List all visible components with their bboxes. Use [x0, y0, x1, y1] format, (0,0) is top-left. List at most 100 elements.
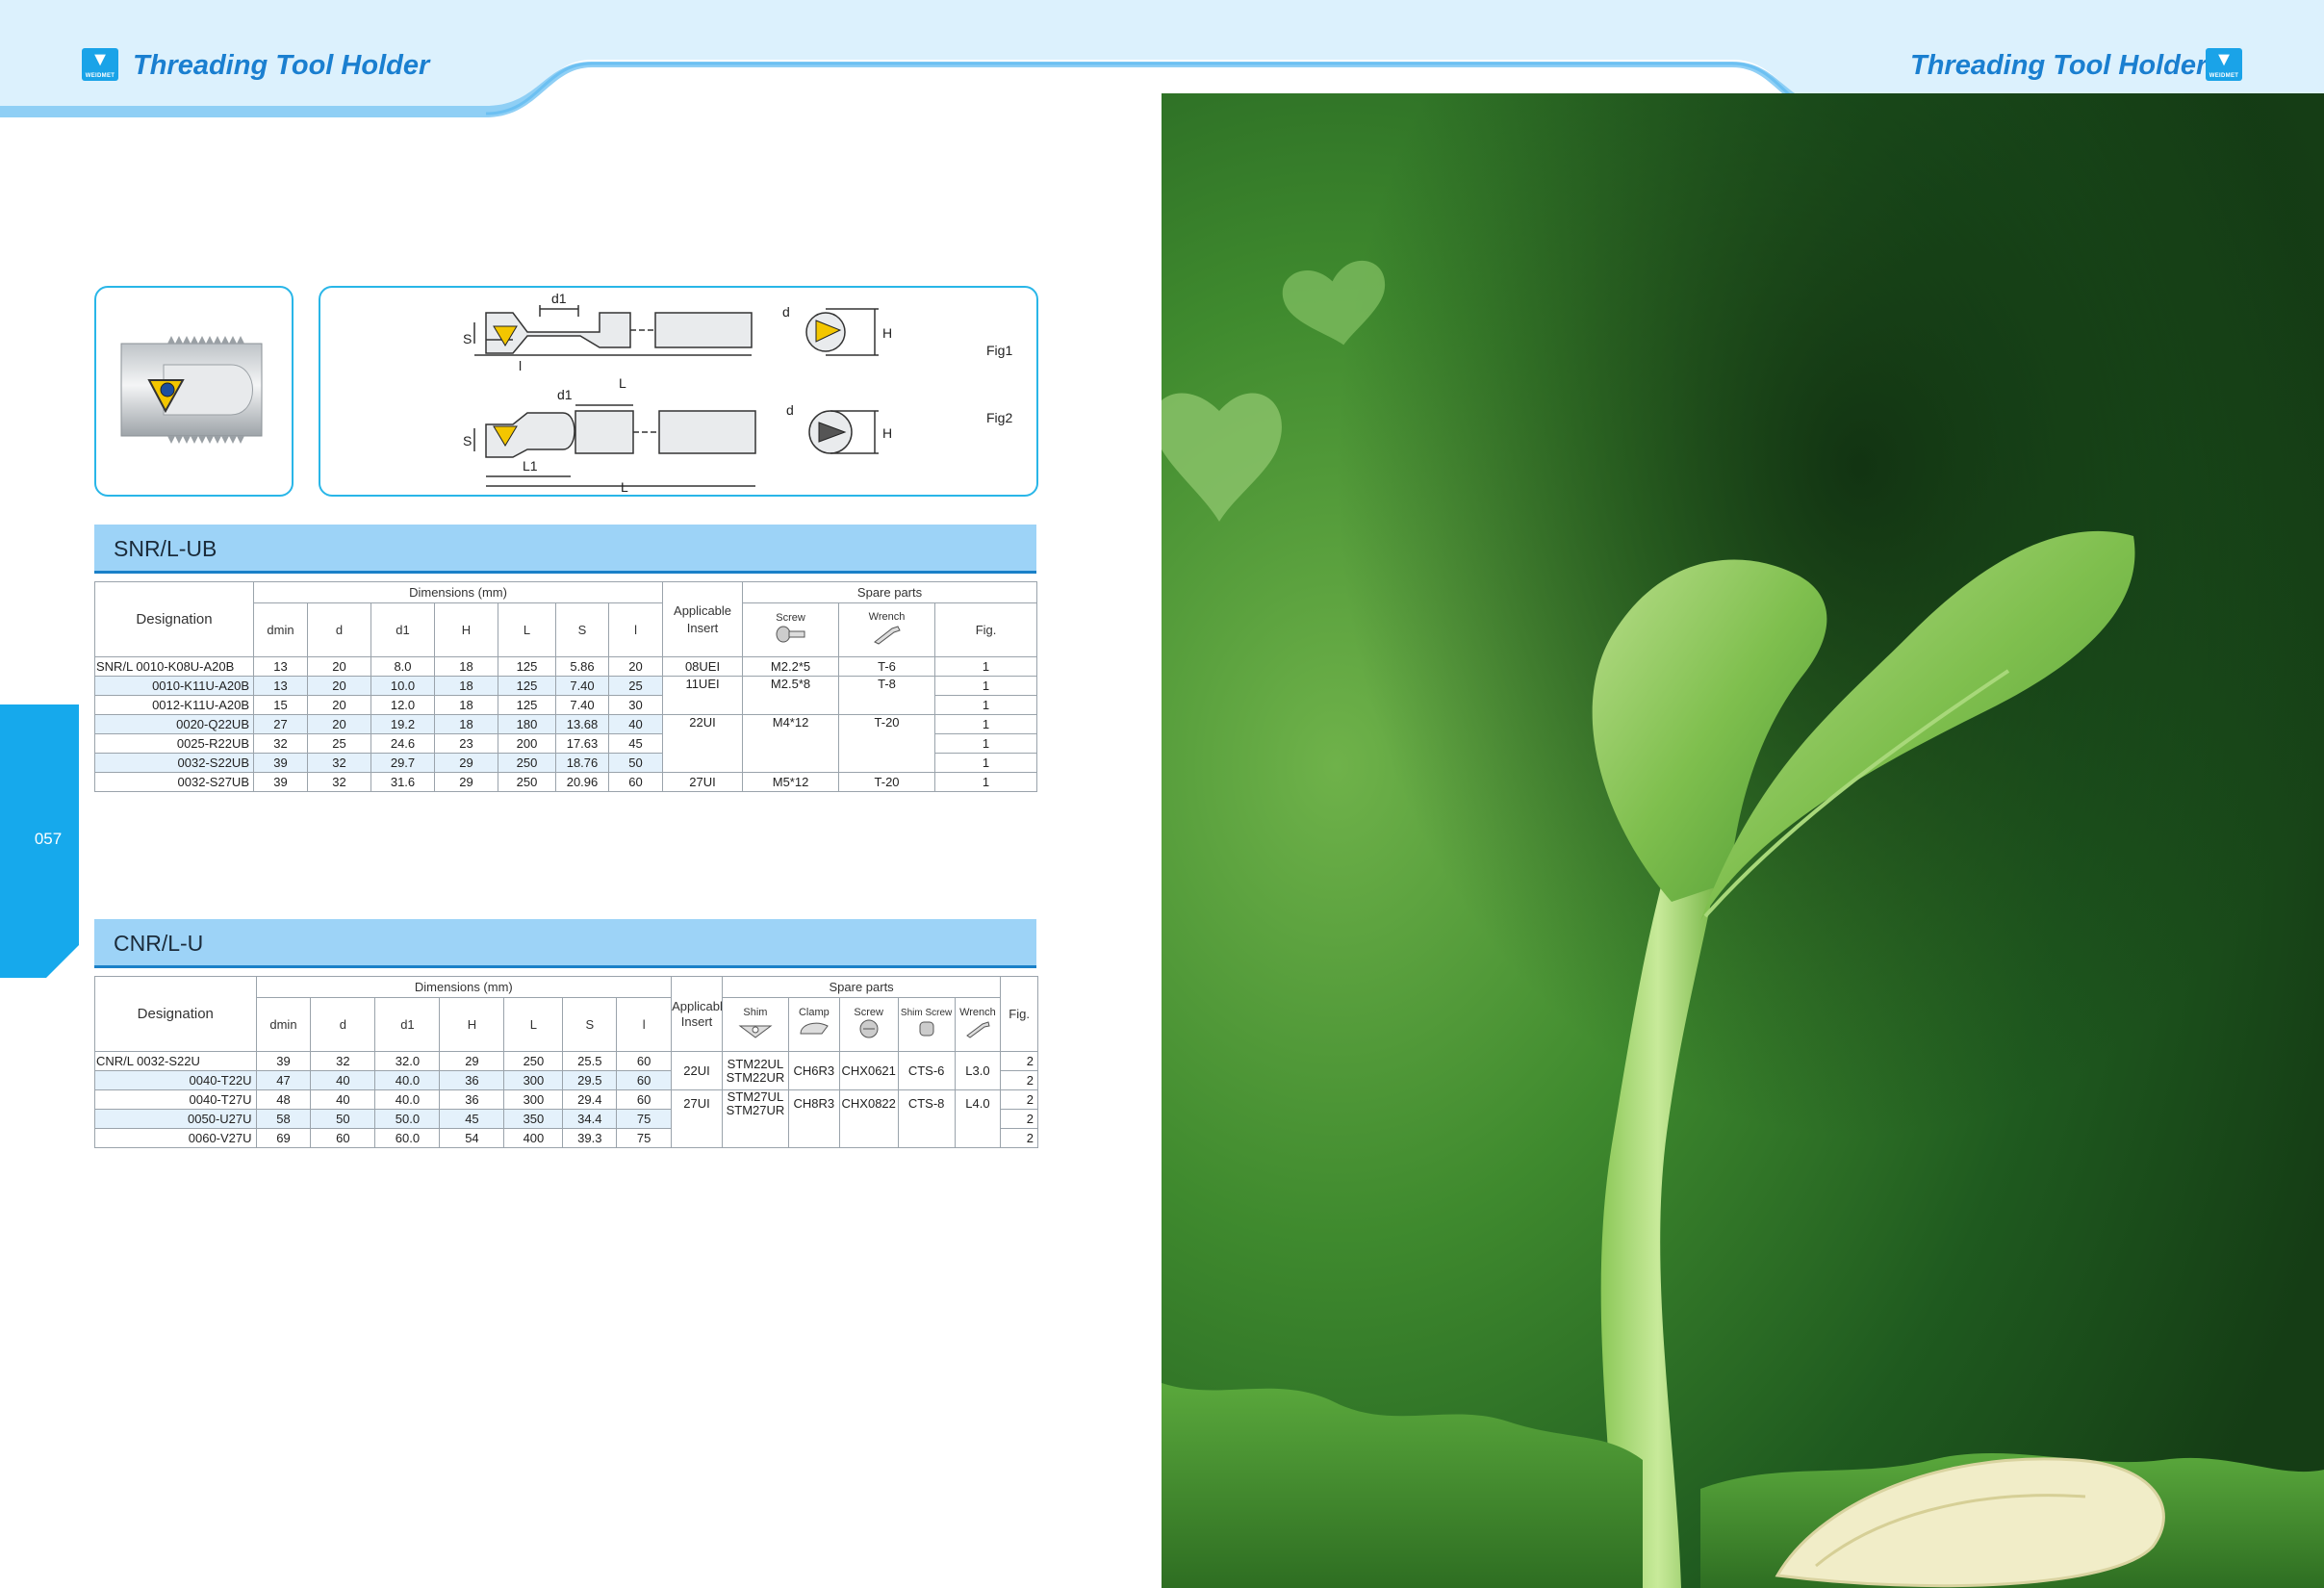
- cell-S: 25.5: [562, 1051, 618, 1071]
- cnr-col-H: H: [439, 997, 505, 1052]
- cell-d: 40: [310, 1089, 376, 1110]
- cell-clamp: CH6R3: [787, 1051, 840, 1090]
- cell-d1: 40.0: [374, 1070, 441, 1090]
- cell-dmin: 69: [255, 1128, 312, 1148]
- cell-H: 36: [439, 1089, 505, 1110]
- cell-H: 18: [434, 695, 498, 715]
- section-bar-cnr: CNR/L-U: [94, 919, 1036, 968]
- cell-insert: 22UI: [671, 1051, 723, 1090]
- snr-screw-label: Screw: [776, 612, 805, 624]
- cell-d: 50: [310, 1109, 376, 1129]
- cell-S: 39.3: [562, 1128, 618, 1148]
- logo-text: WEIDMET: [2209, 73, 2239, 79]
- cell-H: 36: [439, 1070, 505, 1090]
- section-title-snr: SNR/L-UB: [114, 536, 217, 561]
- snr-col-wrench: Wrench: [838, 602, 936, 657]
- wrench-icon: [966, 1021, 990, 1038]
- cnr-header-applicable-insert: Applicable Insert: [671, 976, 723, 1052]
- cell-L: 300: [503, 1070, 564, 1090]
- cell-dmin: 58: [255, 1109, 312, 1129]
- snr-header-applicable-insert: Applicable Insert: [662, 581, 744, 657]
- cell-screw: M5*12: [742, 772, 840, 792]
- cell-H: 54: [439, 1128, 505, 1148]
- cell-shim-r: STM27UR: [726, 1103, 785, 1117]
- cell-l: 50: [607, 753, 664, 773]
- cnr-col-S: S: [562, 997, 618, 1052]
- cell-insert: 22UI: [662, 714, 744, 773]
- table-row-designation: CNR/L 0032-S22U: [94, 1051, 257, 1071]
- cell-d: 40: [310, 1070, 376, 1090]
- snr-col-screw: Screw: [742, 602, 840, 657]
- cnr-shim-screw-label-shim: Shim: [900, 1007, 923, 1018]
- cell-wrench: T-20: [838, 714, 936, 773]
- cell-d1: 50.0: [374, 1109, 441, 1129]
- cnr-header-insert: Insert: [680, 1013, 713, 1029]
- cnr-shim-screw-label: Shim Screw: [899, 1007, 954, 1018]
- label-d-fig1: d: [782, 304, 790, 320]
- cell-d1: 60.0: [374, 1128, 441, 1148]
- tool-holder-image: [120, 336, 263, 444]
- snr-col-fig: Fig.: [934, 602, 1038, 657]
- cell-insert: 27UI: [662, 772, 744, 792]
- label-s-fig2: S: [463, 433, 472, 448]
- logo-mark-icon: ▼: [90, 49, 110, 70]
- logo-text: WEIDMET: [85, 73, 115, 79]
- cell-screw: M2.2*5: [742, 656, 840, 677]
- cell-insert: 11UEI: [662, 676, 744, 715]
- table-row-designation: 0010-K11U-A20B: [94, 676, 254, 696]
- cell-H: 45: [439, 1109, 505, 1129]
- cell-H: 29: [434, 753, 498, 773]
- cell-S: 18.76: [555, 753, 609, 773]
- cell-d: 32: [307, 772, 371, 792]
- cell-wrench: T-20: [838, 772, 936, 792]
- cell-dmin: 47: [255, 1070, 312, 1090]
- cnr-clamp-label: Clamp: [798, 1007, 830, 1018]
- section-bar-snr: SNR/L-UB: [94, 525, 1036, 574]
- cell-d1: 32.0: [374, 1051, 441, 1071]
- cnr-spec-table: Designation Dimensions (mm) Applicable I…: [94, 976, 1038, 1148]
- cell-dmin: 48: [255, 1089, 312, 1110]
- cell-S: 7.40: [555, 695, 609, 715]
- cell-fig: 2: [1000, 1109, 1038, 1129]
- logo-mark-icon: ▼: [2214, 49, 2234, 70]
- cell-screw: M2.5*8: [742, 676, 840, 715]
- cell-L: 125: [498, 695, 556, 715]
- shim-icon: [738, 1025, 773, 1038]
- cell-L: 250: [503, 1051, 564, 1071]
- label-L1-fig2: L1: [523, 458, 538, 474]
- cell-fig: 2: [1000, 1128, 1038, 1148]
- cell-l: 30: [607, 695, 664, 715]
- cell-dmin: 39: [255, 1051, 312, 1071]
- cell-d1: 24.6: [370, 733, 435, 754]
- cell-insert: 08UEI: [662, 656, 744, 677]
- cell-d1: 8.0: [370, 656, 435, 677]
- dimension-drawing-frame: d1 S l L d H Fig1 d1 S L1 L d H Fig2: [319, 286, 1038, 497]
- cell-shim: STM22UL STM22UR: [721, 1051, 789, 1090]
- cell-d: 20: [307, 714, 371, 734]
- cell-l: 75: [616, 1128, 673, 1148]
- cell-d1: 12.0: [370, 695, 435, 715]
- cell-d: 20: [307, 695, 371, 715]
- cell-L: 350: [503, 1109, 564, 1129]
- cell-fig: 1: [934, 676, 1038, 696]
- cell-dmin: 39: [253, 772, 308, 792]
- cnr-col-fig: Fig.: [1000, 976, 1038, 1052]
- table-row-designation: 0032-S27UB: [94, 772, 254, 792]
- label-l-fig1: l: [519, 358, 522, 373]
- cell-shim-screw: CTS-8: [897, 1089, 956, 1148]
- label-H-fig2: H: [882, 425, 892, 441]
- cell-l: 20: [607, 656, 664, 677]
- cell-l: 60: [616, 1089, 673, 1110]
- table-row-designation: 0060-V27U: [94, 1128, 257, 1148]
- page-number-left: 057: [34, 830, 63, 848]
- cell-shim-l: STM22UL: [727, 1056, 784, 1071]
- cell-d: 32: [310, 1051, 376, 1071]
- cell-l: 25: [607, 676, 664, 696]
- cell-wrench: T-6: [838, 656, 936, 677]
- snr-wrench-label: Wrench: [868, 611, 906, 623]
- snr-header-designation: Designation: [94, 581, 254, 657]
- snr-col-dmin: dmin: [253, 602, 308, 657]
- wrench-icon: [873, 626, 901, 645]
- cell-l: 40: [607, 714, 664, 734]
- snr-spec-table: Designation Dimensions (mm) Applicable I…: [94, 581, 1038, 792]
